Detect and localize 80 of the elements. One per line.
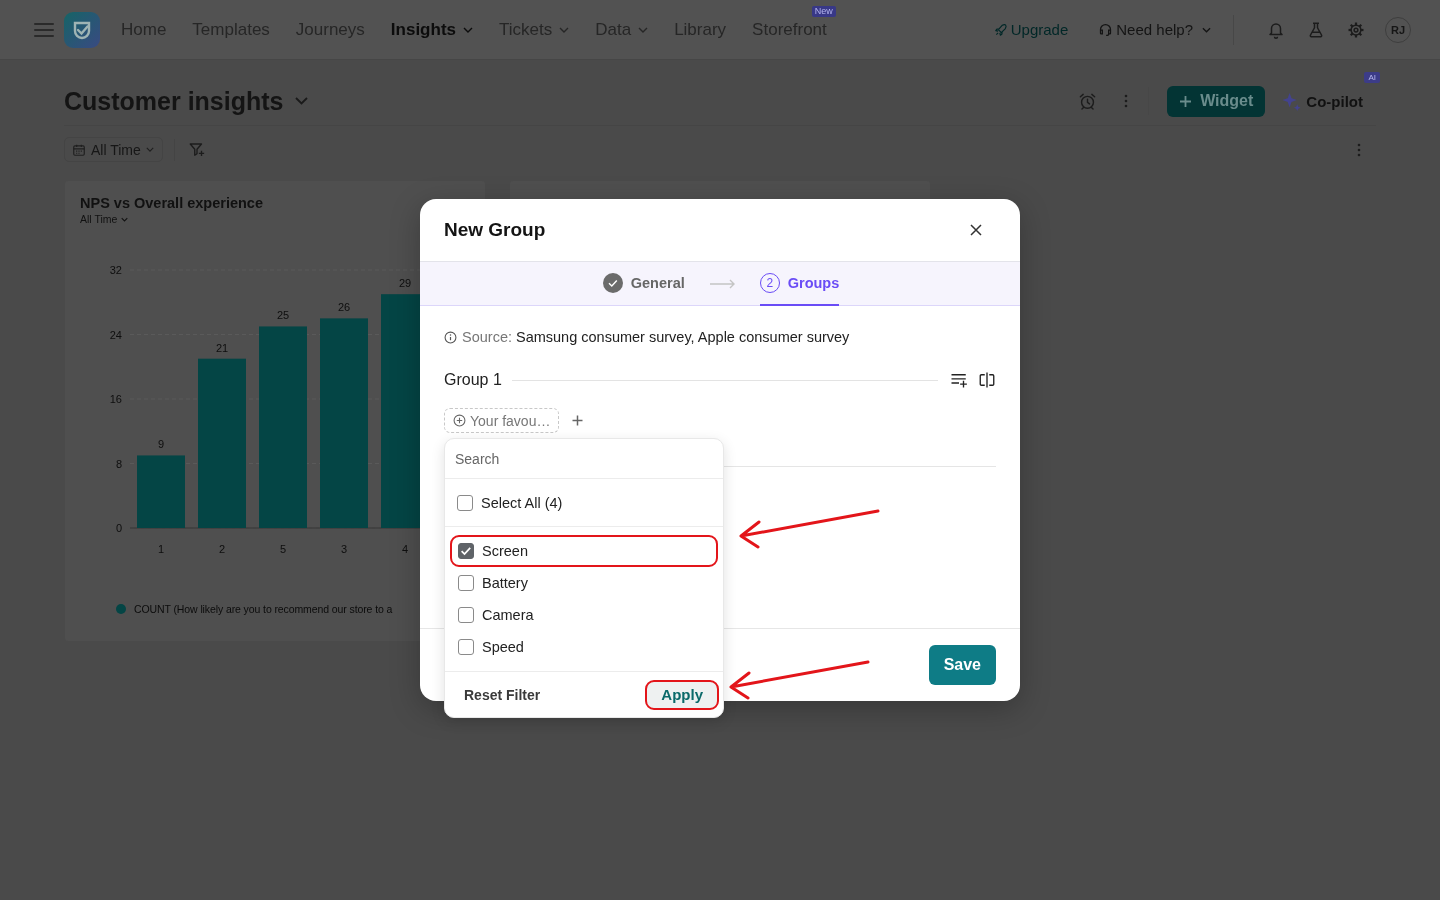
calendar-icon bbox=[72, 142, 86, 157]
bar-value-label: 26 bbox=[337, 301, 351, 314]
tick-icon bbox=[459, 544, 473, 558]
apply-button[interactable]: Apply bbox=[645, 679, 719, 710]
alarm-clock-icon[interactable] bbox=[1078, 91, 1098, 111]
copilot-button[interactable]: Co-pilot bbox=[1282, 91, 1363, 111]
y-axis-label: 24 bbox=[109, 328, 122, 341]
option-row[interactable]: Camera bbox=[450, 599, 718, 631]
caret-icon bbox=[559, 26, 570, 33]
option-label: Camera bbox=[482, 607, 534, 623]
source-text: Samsung consumer survey, Apple consumer survey bbox=[516, 329, 850, 345]
caret-icon bbox=[145, 147, 154, 152]
filter-add-icon[interactable] bbox=[187, 140, 206, 159]
caret-icon bbox=[463, 26, 473, 33]
save-button[interactable]: Save bbox=[928, 645, 996, 685]
split-view-icon[interactable] bbox=[978, 371, 996, 389]
app-logo-icon[interactable] bbox=[64, 11, 100, 48]
flask-icon[interactable] bbox=[1307, 20, 1325, 39]
x-axis-label: 4 bbox=[401, 543, 409, 555]
search-field[interactable]: Search bbox=[445, 439, 723, 479]
option-label: Battery bbox=[482, 575, 528, 591]
help-menu-button[interactable]: Need help? bbox=[1098, 21, 1211, 38]
add-filter-chip[interactable]: Your favou… bbox=[444, 408, 560, 433]
x-axis-label: 1 bbox=[157, 543, 165, 555]
x-axis-label: 5 bbox=[279, 543, 287, 555]
chart-title: NPS vs Overall experience bbox=[79, 194, 264, 212]
x-axis-label: 2 bbox=[218, 543, 226, 555]
bar-value-label: 29 bbox=[398, 277, 412, 290]
ai-tag: AI bbox=[1364, 71, 1380, 83]
step-label: Groups bbox=[787, 275, 840, 291]
checkbox[interactable] bbox=[458, 543, 474, 559]
dialog-title: New Group bbox=[444, 219, 546, 241]
y-axis-label: 16 bbox=[109, 393, 122, 405]
chevron-down-icon[interactable] bbox=[295, 97, 309, 105]
group-title: Group 1 bbox=[444, 371, 502, 389]
bar-value-label: 25 bbox=[276, 309, 290, 322]
menu-icon[interactable] bbox=[34, 22, 54, 37]
close-icon[interactable] bbox=[970, 224, 982, 236]
headset-icon bbox=[1098, 22, 1114, 37]
rocket-icon bbox=[993, 22, 1008, 37]
step-label: General bbox=[630, 275, 685, 291]
checkbox[interactable] bbox=[457, 494, 473, 511]
upgrade-link[interactable]: Upgrade bbox=[993, 21, 1069, 38]
checkbox[interactable] bbox=[458, 607, 474, 623]
option-row[interactable]: Speed bbox=[450, 631, 718, 663]
nav-menu-item[interactable]: Insights bbox=[390, 18, 473, 41]
add-list-icon[interactable] bbox=[950, 371, 968, 389]
bar-value-label: 21 bbox=[215, 341, 229, 354]
option-row[interactable]: Battery bbox=[450, 567, 718, 599]
more-options-icon[interactable] bbox=[1357, 142, 1361, 157]
option-row[interactable]: Screen bbox=[450, 535, 718, 567]
add-widget-button[interactable]: Widget bbox=[1167, 85, 1266, 117]
info-icon bbox=[444, 330, 457, 344]
y-axis-label: 32 bbox=[109, 264, 122, 276]
bar-value-label: 9 bbox=[157, 438, 165, 451]
checkbox[interactable] bbox=[458, 639, 474, 655]
date-filter-dropdown[interactable]: All Time bbox=[80, 212, 129, 226]
arrow-right-icon bbox=[708, 278, 736, 289]
option-label: Speed bbox=[482, 639, 524, 655]
settings-icon[interactable] bbox=[1347, 20, 1365, 39]
legend-label: COUNT (How likely are you to recommend our store to a bbox=[134, 603, 393, 615]
stepper-step[interactable]: General bbox=[602, 262, 685, 306]
plus-circle-icon bbox=[453, 414, 466, 427]
option-label: Select All (4) bbox=[481, 494, 563, 511]
sparkle-icon bbox=[1282, 91, 1302, 111]
caret-icon bbox=[638, 26, 649, 33]
more-options-icon[interactable] bbox=[1124, 94, 1129, 108]
x-axis-label: 3 bbox=[340, 543, 348, 555]
plus-icon bbox=[1179, 94, 1193, 108]
option-label: Screen bbox=[482, 543, 528, 559]
stepper-step[interactable]: 2 Groups bbox=[759, 262, 840, 306]
reset-filter-button[interactable]: Reset Filter bbox=[464, 686, 541, 703]
caret-icon bbox=[121, 216, 129, 222]
caret-icon bbox=[1202, 26, 1211, 33]
source-label: Source: bbox=[462, 329, 512, 345]
y-axis-label: 8 bbox=[115, 457, 122, 470]
notification-bell-icon[interactable] bbox=[1267, 20, 1285, 39]
new-tag: New bbox=[811, 5, 836, 17]
plus-icon[interactable] bbox=[572, 415, 584, 426]
checkbox[interactable] bbox=[458, 575, 474, 591]
